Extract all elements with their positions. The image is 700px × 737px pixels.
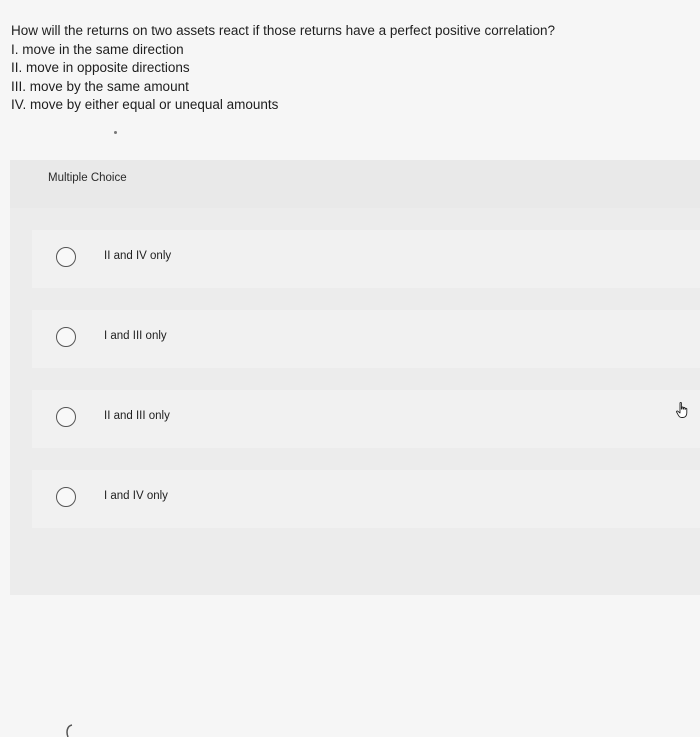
choice-option-4[interactable]: I and IV only — [32, 470, 700, 528]
choice-label: II and IV only — [104, 250, 172, 262]
question-text: How will the returns on two assets react… — [11, 22, 691, 115]
multiple-choice-header: Multiple Choice — [10, 160, 700, 208]
choice-label: I and IV only — [104, 490, 168, 502]
choice-option-2[interactable]: I and III only — [32, 310, 700, 368]
multiple-choice-title: Multiple Choice — [48, 172, 127, 184]
statement-3: III. move by the same amount — [11, 78, 189, 94]
choice-option-1[interactable]: II and IV only — [32, 230, 700, 288]
statement-2: II. move in opposite directions — [11, 60, 190, 76]
statement-1: I. move in the same direction — [11, 41, 184, 57]
radio-empty-icon[interactable] — [56, 407, 76, 427]
statement-4: IV. move by either equal or unequal amou… — [11, 97, 279, 113]
radio-empty-icon[interactable] — [56, 247, 76, 267]
question-prompt: How will the returns on two assets react… — [11, 23, 556, 38]
stray-dot — [114, 131, 117, 134]
multiple-choice-panel: Multiple Choice II and IV only I and III… — [10, 160, 700, 737]
choice-option-3[interactable]: II and III only — [32, 390, 700, 448]
radio-empty-icon[interactable] — [56, 327, 76, 347]
choice-label: II and III only — [104, 410, 170, 422]
partial-radio-icon — [63, 723, 75, 737]
choice-label: I and III only — [104, 330, 167, 342]
radio-empty-icon[interactable] — [56, 487, 76, 507]
hand-pointer-icon — [674, 401, 692, 419]
